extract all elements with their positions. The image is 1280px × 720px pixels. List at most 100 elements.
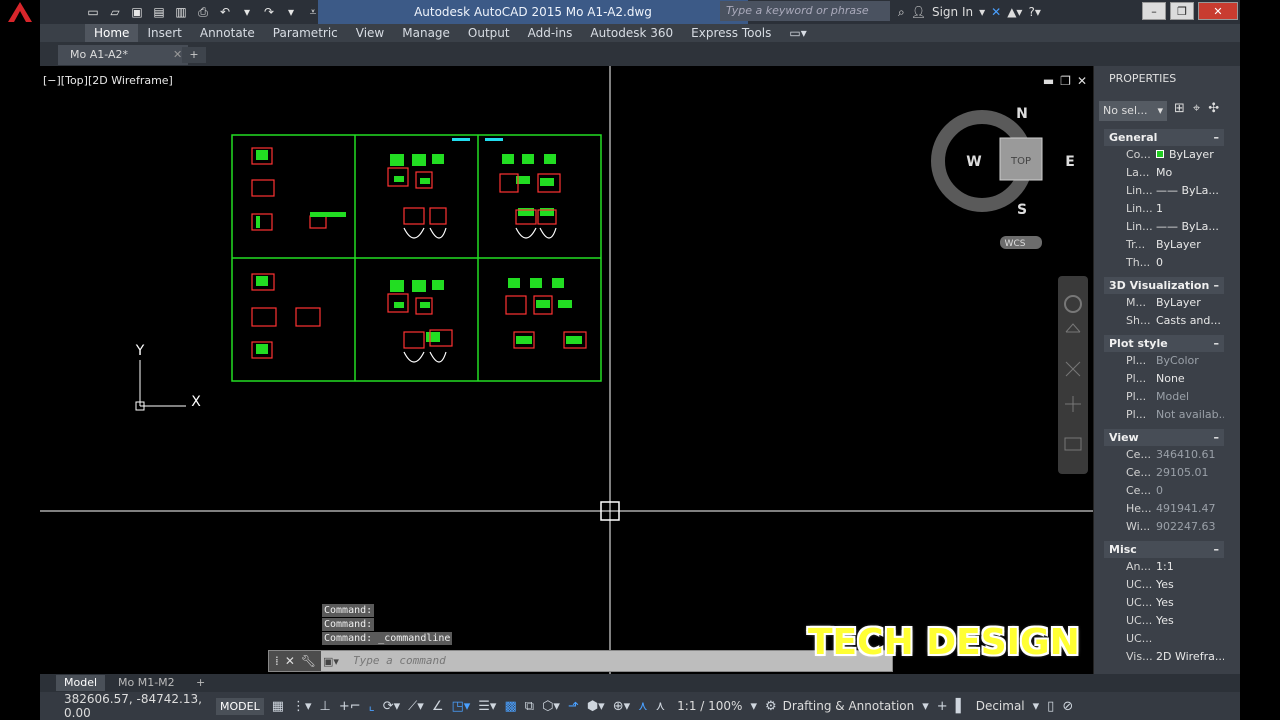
select-objects-icon[interactable]: ⌖ bbox=[1193, 101, 1200, 116]
object-snap-tracking-icon[interactable]: ∠ bbox=[432, 699, 444, 714]
snap-icon[interactable]: ⋮▾ bbox=[292, 699, 312, 714]
wrench-icon[interactable]: 🔧︎ bbox=[301, 654, 316, 668]
model-space-button[interactable]: MODEL bbox=[216, 697, 264, 715]
property-row[interactable]: Co... ByLayer bbox=[1104, 148, 1224, 166]
collapse-icon[interactable]: – bbox=[1214, 431, 1220, 444]
collapse-icon[interactable]: – bbox=[1214, 337, 1220, 350]
property-section-header[interactable]: General – bbox=[1104, 129, 1224, 146]
gear-icon[interactable]: ⚙ bbox=[765, 699, 777, 714]
property-row[interactable]: M... ByLayer bbox=[1104, 296, 1224, 314]
polar-tracking-icon[interactable]: ⟳▾ bbox=[383, 699, 400, 714]
tab-annotate[interactable]: Annotate bbox=[191, 24, 264, 42]
coordinates-readout[interactable]: 382606.57, -84742.13, 0.00 bbox=[40, 692, 212, 720]
property-row[interactable]: Th... 0 bbox=[1104, 256, 1224, 274]
drawing-viewport[interactable]: Y X TOP N S E W WCS [−][Top][2D Wirefram… bbox=[40, 66, 1093, 674]
close-icon[interactable]: ✕ bbox=[285, 654, 295, 668]
selection-cycling-icon[interactable]: ⧉ bbox=[525, 699, 534, 714]
collapse-icon[interactable]: – bbox=[1214, 543, 1220, 556]
property-row[interactable]: Pl... Not availab... bbox=[1104, 408, 1224, 426]
viewport-minimize-icon[interactable]: ▬ bbox=[1043, 74, 1054, 88]
navigation-bar[interactable] bbox=[1058, 276, 1088, 474]
property-row[interactable]: UC... Yes bbox=[1104, 614, 1224, 632]
annotation-scale[interactable]: 1:1 / 100% bbox=[677, 699, 742, 713]
3d-osnap-icon[interactable]: ⬡▾ bbox=[542, 699, 560, 714]
property-row[interactable]: UC... bbox=[1104, 632, 1224, 650]
property-row[interactable]: Ce... 0 bbox=[1104, 484, 1224, 502]
property-row[interactable]: Tr... ByLayer bbox=[1104, 238, 1224, 256]
property-row[interactable]: Pl... None bbox=[1104, 372, 1224, 390]
tab-parametric[interactable]: Parametric bbox=[264, 24, 347, 42]
lineweight-icon[interactable]: ☰▾ bbox=[478, 699, 496, 714]
add-layout-button[interactable]: + bbox=[188, 675, 213, 691]
redo-icon[interactable]: ↷ bbox=[260, 3, 278, 21]
property-row[interactable]: Ce... 346410.61 bbox=[1104, 448, 1224, 466]
property-row[interactable]: Wi... 902247.63 bbox=[1104, 520, 1224, 538]
sign-in-button[interactable]: Sign In bbox=[932, 5, 973, 19]
property-section-header[interactable]: View – bbox=[1104, 429, 1224, 446]
help-search-input[interactable]: Type a keyword or phrase bbox=[720, 1, 890, 21]
undo-dropdown-icon[interactable]: ▾ bbox=[238, 3, 256, 21]
tab-express-tools[interactable]: Express Tools bbox=[682, 24, 780, 42]
property-section-header[interactable]: 3D Visualization – bbox=[1104, 277, 1224, 294]
quick-properties-icon[interactable]: ▯ bbox=[1047, 699, 1054, 714]
tab-layout[interactable]: Mo M1-M2 bbox=[110, 675, 183, 691]
property-section-header[interactable]: Plot style – bbox=[1104, 335, 1224, 352]
grid-icon[interactable]: ▦ bbox=[272, 699, 284, 714]
ortho-icon[interactable]: ⌞ bbox=[369, 699, 375, 714]
isodraft-icon[interactable]: ⟋▾ bbox=[408, 699, 424, 714]
auto-scale-icon[interactable]: ⋏ bbox=[656, 699, 666, 714]
property-row[interactable]: Ce... 29105.01 bbox=[1104, 466, 1224, 484]
tab-output[interactable]: Output bbox=[459, 24, 519, 42]
new-file-icon[interactable]: ▭ bbox=[84, 3, 102, 21]
quick-select-icon[interactable]: ✣ bbox=[1208, 101, 1219, 116]
tab-model[interactable]: Model bbox=[56, 675, 106, 691]
drawing-canvas[interactable]: Y X TOP N S E W WCS bbox=[40, 66, 1093, 674]
property-row[interactable]: Vis... 2D Wirefra... bbox=[1104, 650, 1224, 668]
save-icon[interactable]: ▣ bbox=[128, 3, 146, 21]
maximize-button[interactable]: ❐ bbox=[1170, 2, 1194, 20]
property-row[interactable]: Pl... ByColor bbox=[1104, 354, 1224, 372]
grip-icon[interactable]: ⁞ bbox=[275, 654, 279, 668]
open-file-icon[interactable]: ▱ bbox=[106, 3, 124, 21]
tab-view[interactable]: View bbox=[347, 24, 393, 42]
transparency-icon[interactable]: ▩ bbox=[504, 699, 516, 714]
toggle-pickadd-icon[interactable]: ⊞ bbox=[1174, 101, 1185, 116]
command-line[interactable]: ⁞ ✕ 🔧︎ ▣▾ Type a command bbox=[268, 650, 893, 672]
close-icon[interactable]: ✕ bbox=[173, 48, 182, 61]
new-tab-button[interactable]: + bbox=[182, 47, 206, 63]
save-as-icon[interactable]: ▤ bbox=[150, 3, 168, 21]
dynamic-ucs-icon[interactable]: ⬏ bbox=[568, 699, 579, 714]
autocad-logo[interactable] bbox=[0, 0, 40, 24]
tab-insert[interactable]: Insert bbox=[138, 24, 190, 42]
workspace-switch[interactable]: Drafting & Annotation bbox=[783, 699, 915, 713]
property-row[interactable]: UC... Yes bbox=[1104, 578, 1224, 596]
property-row[interactable]: UC... Yes bbox=[1104, 596, 1224, 614]
selection-dropdown[interactable]: No sel... ▾ bbox=[1099, 101, 1167, 121]
property-row[interactable]: Lin... —— ByLa... bbox=[1104, 184, 1224, 202]
isolate-objects-icon[interactable]: ⊘ bbox=[1062, 699, 1073, 714]
binoculars-icon[interactable]: ⌕ bbox=[898, 5, 905, 20]
viewport-close-icon[interactable]: ✕ bbox=[1077, 74, 1087, 88]
property-row[interactable]: Pl... Model bbox=[1104, 390, 1224, 408]
undo-icon[interactable]: ↶ bbox=[216, 3, 234, 21]
tab-autodesk-360[interactable]: Autodesk 360 bbox=[581, 24, 682, 42]
help-icon[interactable]: ?▾ bbox=[1028, 5, 1040, 19]
prompt-icon[interactable]: ▣▾ bbox=[323, 651, 345, 671]
annotation-visibility-icon[interactable]: ⋏ bbox=[638, 699, 648, 714]
tab-add-ins[interactable]: Add-ins bbox=[519, 24, 582, 42]
chevron-down-icon[interactable]: ▾ bbox=[922, 699, 929, 714]
tab-manage[interactable]: Manage bbox=[393, 24, 459, 42]
file-tab[interactable]: Mo A1-A2* ✕ bbox=[58, 45, 188, 65]
redo-dropdown-icon[interactable]: ▾ bbox=[282, 3, 300, 21]
infer-constraints-icon[interactable]: ⊥ bbox=[320, 699, 331, 714]
property-row[interactable]: Lin... 1 bbox=[1104, 202, 1224, 220]
exchange-icon[interactable]: ✕ bbox=[991, 5, 1001, 19]
sign-in-dropdown-icon[interactable]: ▾ bbox=[979, 5, 985, 19]
property-section-header[interactable]: Misc – bbox=[1104, 541, 1224, 558]
property-row[interactable]: Lin... —— ByLa... bbox=[1104, 220, 1224, 238]
tab-home[interactable]: Home bbox=[85, 24, 139, 42]
minimize-button[interactable]: – bbox=[1142, 2, 1166, 20]
chevron-down-icon[interactable]: ▾ bbox=[750, 699, 757, 714]
user-icon[interactable]: 👤︎ bbox=[911, 5, 926, 19]
a360-icon[interactable]: ▲▾ bbox=[1007, 5, 1022, 19]
